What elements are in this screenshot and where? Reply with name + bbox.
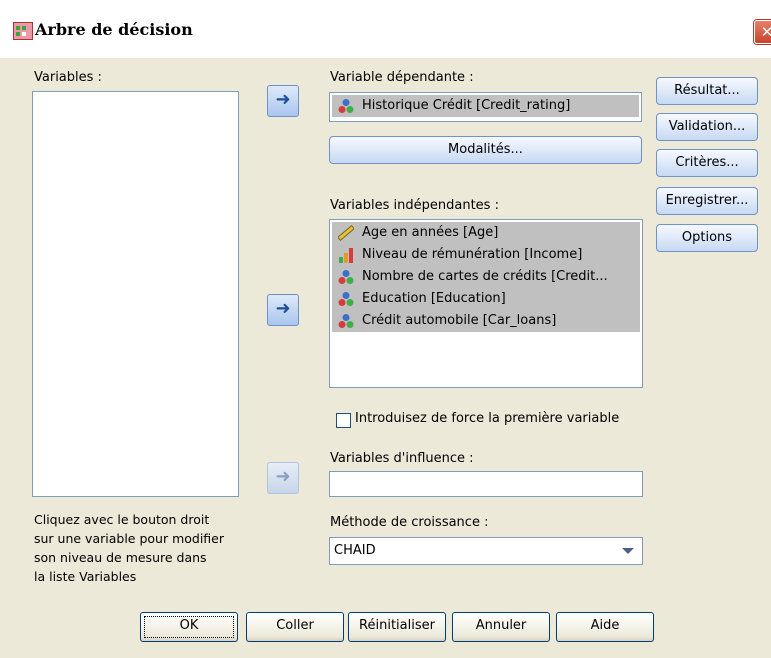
independent-variable-item[interactable]: Age en années [Age] (332, 222, 640, 244)
move-to-independent-button[interactable]: ➜ (267, 294, 299, 326)
nominal-icon (338, 99, 354, 113)
arrow-left-icon: ➜ (275, 89, 291, 110)
move-to-influence-button[interactable]: ➜ (267, 462, 299, 494)
hint-line: Cliquez avec le bouton droit (34, 512, 210, 527)
nominal-icon (338, 292, 354, 306)
close-icon: ✕ (760, 23, 771, 41)
dependent-variable-field[interactable]: Historique Crédit [Credit_rating] (329, 92, 642, 122)
influence-variables-label: Variables d'influence : (330, 451, 474, 466)
dependent-variable-label: Variable dépendante : (330, 70, 474, 85)
variables-label: Variables : (34, 70, 102, 85)
validation-button[interactable]: Validation... (656, 113, 758, 141)
force-first-label: Introduisez de force la première variabl… (355, 411, 620, 426)
chevron-down-icon (622, 548, 634, 554)
hint-line: sur une variable pour modifier (34, 531, 225, 546)
independent-variable-item[interactable]: Nombre de cartes de crédits [Credit... (332, 266, 640, 288)
independent-variables-list[interactable]: Age en années [Age] Niveau de rémunérati… (329, 219, 643, 388)
bar-chart-icon (339, 248, 353, 263)
growth-method-value: CHAID (334, 543, 376, 558)
annuler-button[interactable]: Annuler (452, 612, 550, 642)
criteres-button[interactable]: Critères... (656, 149, 758, 177)
independent-variable-item[interactable]: Niveau de rémunération [Income] (332, 244, 640, 266)
independent-variable-label: Niveau de rémunération [Income] (362, 247, 583, 262)
modalites-button[interactable]: Modalités... (329, 136, 642, 164)
aide-button[interactable]: Aide (556, 612, 654, 642)
move-to-dependent-button[interactable]: ➜ (267, 85, 299, 117)
hint-text: Cliquez avec le bouton droit sur une var… (34, 510, 224, 586)
independent-variable-label: Education [Education] (362, 291, 506, 306)
influence-variables-field[interactable] (329, 471, 643, 497)
growth-method-select[interactable]: CHAID (329, 537, 643, 565)
independent-variable-item[interactable]: Crédit automobile [Car_loans] (332, 310, 640, 332)
close-button[interactable]: ✕ (754, 20, 771, 44)
independent-variables-label: Variables indépendantes : (330, 198, 499, 213)
variables-list[interactable] (32, 91, 239, 497)
growth-method-label: Méthode de croissance : (330, 515, 489, 530)
dependent-variable-value: Historique Crédit [Credit_rating] (362, 98, 571, 113)
force-first-checkbox[interactable] (336, 413, 351, 428)
reinitialiser-button[interactable]: Réinitialiser (348, 612, 446, 642)
hint-line: son niveau de mesure dans (34, 550, 207, 565)
arrow-left-icon: ➜ (275, 298, 291, 319)
resultat-button[interactable]: Résultat... (656, 77, 758, 105)
hint-line: la liste Variables (34, 569, 137, 584)
independent-variable-label: Crédit automobile [Car_loans] (362, 313, 557, 328)
coller-button[interactable]: Coller (246, 612, 344, 642)
enregistrer-button[interactable]: Enregistrer... (656, 187, 758, 215)
arrow-right-icon: ➜ (275, 466, 291, 487)
nominal-icon (338, 270, 354, 284)
ruler-icon (338, 225, 354, 241)
ok-button[interactable]: OK (140, 612, 238, 642)
decision-tree-app-icon (13, 22, 33, 40)
options-button[interactable]: Options (656, 224, 758, 252)
independent-variable-label: Nombre de cartes de crédits [Credit... (362, 269, 608, 284)
dependent-variable-item[interactable]: Historique Crédit [Credit_rating] (332, 95, 639, 117)
independent-variable-label: Age en années [Age] (362, 225, 499, 240)
independent-variable-item[interactable]: Education [Education] (332, 288, 640, 310)
nominal-icon (338, 314, 354, 328)
window-title: Arbre de décision (35, 20, 193, 39)
